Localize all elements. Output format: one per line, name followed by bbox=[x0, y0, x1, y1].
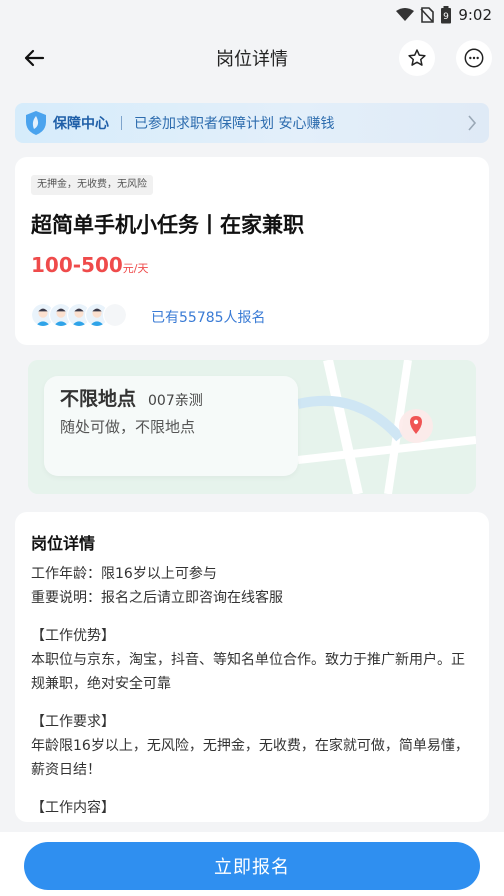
more-button[interactable] bbox=[456, 40, 492, 76]
svg-text:9: 9 bbox=[443, 12, 449, 22]
guarantee-title: 保障中心 bbox=[53, 116, 109, 132]
divider bbox=[121, 116, 122, 130]
detail-line bbox=[31, 782, 471, 796]
detail-line: 【工作要求】 bbox=[31, 714, 115, 730]
detail-line bbox=[31, 610, 471, 624]
guarantee-banner[interactable]: 保障中心 已参加求职者保障计划 安心赚钱 bbox=[15, 103, 489, 143]
star-icon bbox=[408, 49, 426, 66]
back-button[interactable] bbox=[18, 44, 50, 72]
chevron-right-icon bbox=[468, 115, 477, 131]
details-body: 工作年龄：限16岁以上可参与 重要说明：报名之后请立即咨询在线客服 【工作优势】… bbox=[31, 562, 471, 820]
arrow-left-icon bbox=[24, 49, 45, 67]
favorite-button[interactable] bbox=[399, 40, 435, 76]
status-bar: 9 9:02 bbox=[0, 0, 504, 30]
salary-unit: 元/天 bbox=[122, 262, 149, 275]
no-sim-icon bbox=[420, 7, 435, 23]
wifi-icon bbox=[396, 8, 415, 21]
salary-amount: 100-500 bbox=[31, 253, 123, 277]
page-title: 岗位详情 bbox=[216, 49, 288, 70]
apply-button[interactable]: 立即报名 bbox=[24, 842, 480, 890]
detail-line bbox=[31, 696, 471, 710]
details-title: 岗位详情 bbox=[31, 534, 96, 553]
guarantee-text: 已参加求职者保障计划 安心赚钱 bbox=[134, 116, 335, 132]
job-details-card: 岗位详情 工作年龄：限16岁以上可参与 重要说明：报名之后请立即咨询在线客服 【… bbox=[15, 512, 489, 822]
job-summary-card: 无押金，无收费，无风险 超简单手机小任务丨在家兼职 100-500元/天 已有5… bbox=[15, 157, 489, 345]
detail-line: 【工作优势】 bbox=[31, 628, 115, 644]
job-tag: 无押金，无收费，无风险 bbox=[31, 175, 153, 195]
battery-icon: 9 bbox=[441, 6, 452, 24]
shield-icon bbox=[26, 111, 46, 135]
detail-line: 年龄限16岁以上，无风险，无押金，无收费，在家就可做，简单易懂，薪资日结！ bbox=[31, 738, 469, 778]
applicant-avatars bbox=[31, 303, 127, 327]
location-title: 不限地点 bbox=[60, 388, 137, 410]
status-time: 9:02 bbox=[458, 6, 492, 24]
job-title: 超简单手机小任务丨在家兼职 bbox=[31, 213, 304, 237]
detail-line: 【工作内容】 bbox=[31, 800, 115, 816]
salary: 100-500元/天 bbox=[31, 253, 149, 277]
app-header: 岗位详情 bbox=[0, 34, 504, 82]
map-pin-icon bbox=[399, 409, 433, 443]
bottom-action-bar: 立即报名 bbox=[0, 832, 504, 896]
location-sub: 007亲测 bbox=[148, 393, 203, 409]
location-map-card[interactable]: 不限地点 007亲测 随处可做，不限地点 bbox=[28, 360, 476, 494]
more-dots-icon bbox=[464, 48, 484, 68]
applied-count: 已有55785人报名 bbox=[151, 310, 266, 326]
location-desc: 随处可做，不限地点 bbox=[60, 418, 196, 436]
avatar bbox=[103, 303, 127, 327]
detail-line: 重要说明：报名之后请立即咨询在线客服 bbox=[31, 590, 283, 606]
detail-line: 工作年龄：限16岁以上可参与 bbox=[31, 566, 217, 582]
detail-line: 本职位与京东，淘宝，抖音、等知名单位合作。致力于推广新用户。正规兼职，绝对安全可… bbox=[31, 652, 465, 692]
